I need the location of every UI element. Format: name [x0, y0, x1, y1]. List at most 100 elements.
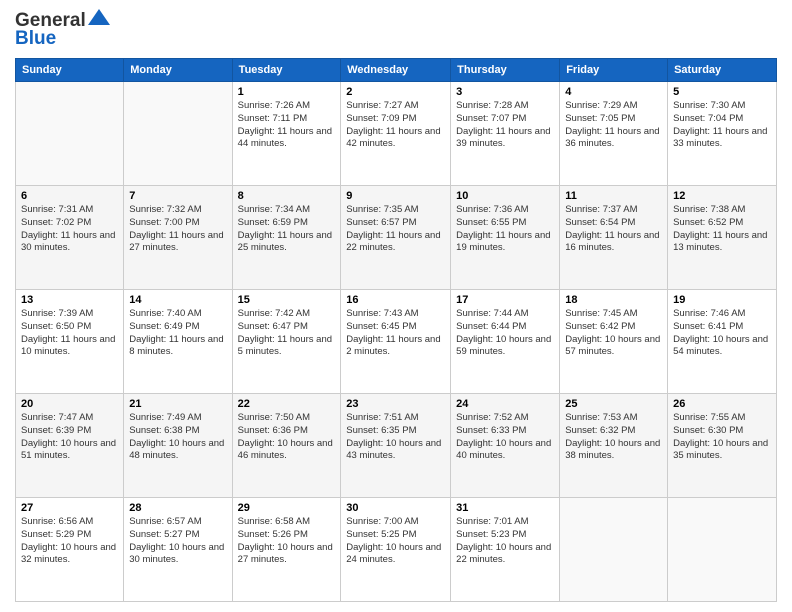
calendar-cell: 8 Sunrise: 7:34 AMSunset: 6:59 PMDayligh… — [232, 186, 341, 290]
sunrise-text: Sunrise: 7:43 AMSunset: 6:45 PMDaylight:… — [346, 308, 440, 357]
sunrise-text: Sunrise: 7:36 AMSunset: 6:55 PMDaylight:… — [456, 204, 550, 253]
calendar-cell: 13 Sunrise: 7:39 AMSunset: 6:50 PMDaylig… — [16, 290, 124, 394]
sunrise-text: Sunrise: 7:53 AMSunset: 6:32 PMDaylight:… — [565, 412, 660, 461]
calendar-cell — [124, 82, 232, 186]
calendar-week-row: 6 Sunrise: 7:31 AMSunset: 7:02 PMDayligh… — [16, 186, 777, 290]
day-number: 5 — [673, 86, 771, 98]
calendar-cell — [560, 498, 668, 602]
day-number: 23 — [346, 398, 445, 410]
day-number: 24 — [456, 398, 554, 410]
day-number: 14 — [129, 294, 226, 306]
day-number: 3 — [456, 86, 554, 98]
calendar-cell: 15 Sunrise: 7:42 AMSunset: 6:47 PMDaylig… — [232, 290, 341, 394]
sunrise-text: Sunrise: 7:49 AMSunset: 6:38 PMDaylight:… — [129, 412, 224, 461]
day-number: 4 — [565, 86, 662, 98]
calendar-cell: 16 Sunrise: 7:43 AMSunset: 6:45 PMDaylig… — [341, 290, 451, 394]
day-number: 11 — [565, 190, 662, 202]
calendar-cell: 21 Sunrise: 7:49 AMSunset: 6:38 PMDaylig… — [124, 394, 232, 498]
calendar-cell: 10 Sunrise: 7:36 AMSunset: 6:55 PMDaylig… — [451, 186, 560, 290]
dow-header: Thursday — [451, 59, 560, 82]
calendar-cell: 9 Sunrise: 7:35 AMSunset: 6:57 PMDayligh… — [341, 186, 451, 290]
dow-header: Saturday — [668, 59, 777, 82]
calendar-cell: 19 Sunrise: 7:46 AMSunset: 6:41 PMDaylig… — [668, 290, 777, 394]
day-number: 16 — [346, 294, 445, 306]
day-number: 18 — [565, 294, 662, 306]
sunrise-text: Sunrise: 7:35 AMSunset: 6:57 PMDaylight:… — [346, 204, 440, 253]
calendar-cell: 5 Sunrise: 7:30 AMSunset: 7:04 PMDayligh… — [668, 82, 777, 186]
calendar-cell: 3 Sunrise: 7:28 AMSunset: 7:07 PMDayligh… — [451, 82, 560, 186]
sunrise-text: Sunrise: 7:30 AMSunset: 7:04 PMDaylight:… — [673, 100, 767, 149]
sunrise-text: Sunrise: 7:52 AMSunset: 6:33 PMDaylight:… — [456, 412, 551, 461]
dow-header: Monday — [124, 59, 232, 82]
page: General Blue SundayMondayTuesdayWednesda… — [0, 0, 792, 612]
calendar-cell: 31 Sunrise: 7:01 AMSunset: 5:23 PMDaylig… — [451, 498, 560, 602]
calendar-body: 1 Sunrise: 7:26 AMSunset: 7:11 PMDayligh… — [16, 82, 777, 602]
calendar-week-row: 13 Sunrise: 7:39 AMSunset: 6:50 PMDaylig… — [16, 290, 777, 394]
day-number: 28 — [129, 502, 226, 514]
day-number: 19 — [673, 294, 771, 306]
day-number: 20 — [21, 398, 118, 410]
day-number: 30 — [346, 502, 445, 514]
sunrise-text: Sunrise: 7:34 AMSunset: 6:59 PMDaylight:… — [238, 204, 332, 253]
day-number: 7 — [129, 190, 226, 202]
calendar-cell: 28 Sunrise: 6:57 AMSunset: 5:27 PMDaylig… — [124, 498, 232, 602]
day-number: 6 — [21, 190, 118, 202]
calendar-week-row: 27 Sunrise: 6:56 AMSunset: 5:29 PMDaylig… — [16, 498, 777, 602]
calendar-cell: 27 Sunrise: 6:56 AMSunset: 5:29 PMDaylig… — [16, 498, 124, 602]
calendar-cell: 24 Sunrise: 7:52 AMSunset: 6:33 PMDaylig… — [451, 394, 560, 498]
dow-header: Tuesday — [232, 59, 341, 82]
day-number: 15 — [238, 294, 336, 306]
calendar-cell: 1 Sunrise: 7:26 AMSunset: 7:11 PMDayligh… — [232, 82, 341, 186]
calendar-cell: 4 Sunrise: 7:29 AMSunset: 7:05 PMDayligh… — [560, 82, 668, 186]
sunrise-text: Sunrise: 7:47 AMSunset: 6:39 PMDaylight:… — [21, 412, 116, 461]
sunrise-text: Sunrise: 7:01 AMSunset: 5:23 PMDaylight:… — [456, 516, 551, 565]
sunrise-text: Sunrise: 7:29 AMSunset: 7:05 PMDaylight:… — [565, 100, 659, 149]
calendar-cell: 14 Sunrise: 7:40 AMSunset: 6:49 PMDaylig… — [124, 290, 232, 394]
day-number: 26 — [673, 398, 771, 410]
day-number: 10 — [456, 190, 554, 202]
calendar-cell: 23 Sunrise: 7:51 AMSunset: 6:35 PMDaylig… — [341, 394, 451, 498]
calendar-cell — [668, 498, 777, 602]
sunrise-text: Sunrise: 7:37 AMSunset: 6:54 PMDaylight:… — [565, 204, 659, 253]
day-number: 2 — [346, 86, 445, 98]
calendar-cell: 11 Sunrise: 7:37 AMSunset: 6:54 PMDaylig… — [560, 186, 668, 290]
sunrise-text: Sunrise: 7:38 AMSunset: 6:52 PMDaylight:… — [673, 204, 767, 253]
sunrise-text: Sunrise: 7:27 AMSunset: 7:09 PMDaylight:… — [346, 100, 440, 149]
calendar-week-row: 20 Sunrise: 7:47 AMSunset: 6:39 PMDaylig… — [16, 394, 777, 498]
calendar-cell: 2 Sunrise: 7:27 AMSunset: 7:09 PMDayligh… — [341, 82, 451, 186]
calendar-cell: 20 Sunrise: 7:47 AMSunset: 6:39 PMDaylig… — [16, 394, 124, 498]
sunrise-text: Sunrise: 7:55 AMSunset: 6:30 PMDaylight:… — [673, 412, 768, 461]
day-number: 27 — [21, 502, 118, 514]
sunrise-text: Sunrise: 7:39 AMSunset: 6:50 PMDaylight:… — [21, 308, 115, 357]
calendar-cell: 26 Sunrise: 7:55 AMSunset: 6:30 PMDaylig… — [668, 394, 777, 498]
calendar-cell: 12 Sunrise: 7:38 AMSunset: 6:52 PMDaylig… — [668, 186, 777, 290]
calendar-week-row: 1 Sunrise: 7:26 AMSunset: 7:11 PMDayligh… — [16, 82, 777, 186]
calendar-table: SundayMondayTuesdayWednesdayThursdayFrid… — [15, 58, 777, 602]
calendar-cell: 25 Sunrise: 7:53 AMSunset: 6:32 PMDaylig… — [560, 394, 668, 498]
calendar-cell: 29 Sunrise: 6:58 AMSunset: 5:26 PMDaylig… — [232, 498, 341, 602]
day-number: 22 — [238, 398, 336, 410]
sunrise-text: Sunrise: 7:28 AMSunset: 7:07 PMDaylight:… — [456, 100, 550, 149]
sunrise-text: Sunrise: 7:40 AMSunset: 6:49 PMDaylight:… — [129, 308, 223, 357]
day-number: 9 — [346, 190, 445, 202]
day-number: 17 — [456, 294, 554, 306]
calendar-cell: 22 Sunrise: 7:50 AMSunset: 6:36 PMDaylig… — [232, 394, 341, 498]
sunrise-text: Sunrise: 7:45 AMSunset: 6:42 PMDaylight:… — [565, 308, 660, 357]
calendar-cell: 6 Sunrise: 7:31 AMSunset: 7:02 PMDayligh… — [16, 186, 124, 290]
calendar-cell: 30 Sunrise: 7:00 AMSunset: 5:25 PMDaylig… — [341, 498, 451, 602]
day-number: 29 — [238, 502, 336, 514]
sunrise-text: Sunrise: 6:57 AMSunset: 5:27 PMDaylight:… — [129, 516, 224, 565]
logo-blue: Blue — [15, 28, 56, 50]
sunrise-text: Sunrise: 7:32 AMSunset: 7:00 PMDaylight:… — [129, 204, 223, 253]
sunrise-text: Sunrise: 6:56 AMSunset: 5:29 PMDaylight:… — [21, 516, 116, 565]
calendar-cell: 18 Sunrise: 7:45 AMSunset: 6:42 PMDaylig… — [560, 290, 668, 394]
header: General Blue — [15, 10, 777, 50]
day-number: 21 — [129, 398, 226, 410]
day-number: 25 — [565, 398, 662, 410]
calendar-cell: 7 Sunrise: 7:32 AMSunset: 7:00 PMDayligh… — [124, 186, 232, 290]
sunrise-text: Sunrise: 7:31 AMSunset: 7:02 PMDaylight:… — [21, 204, 115, 253]
dow-header: Wednesday — [341, 59, 451, 82]
sunrise-text: Sunrise: 7:50 AMSunset: 6:36 PMDaylight:… — [238, 412, 333, 461]
sunrise-text: Sunrise: 7:26 AMSunset: 7:11 PMDaylight:… — [238, 100, 332, 149]
calendar-cell — [16, 82, 124, 186]
